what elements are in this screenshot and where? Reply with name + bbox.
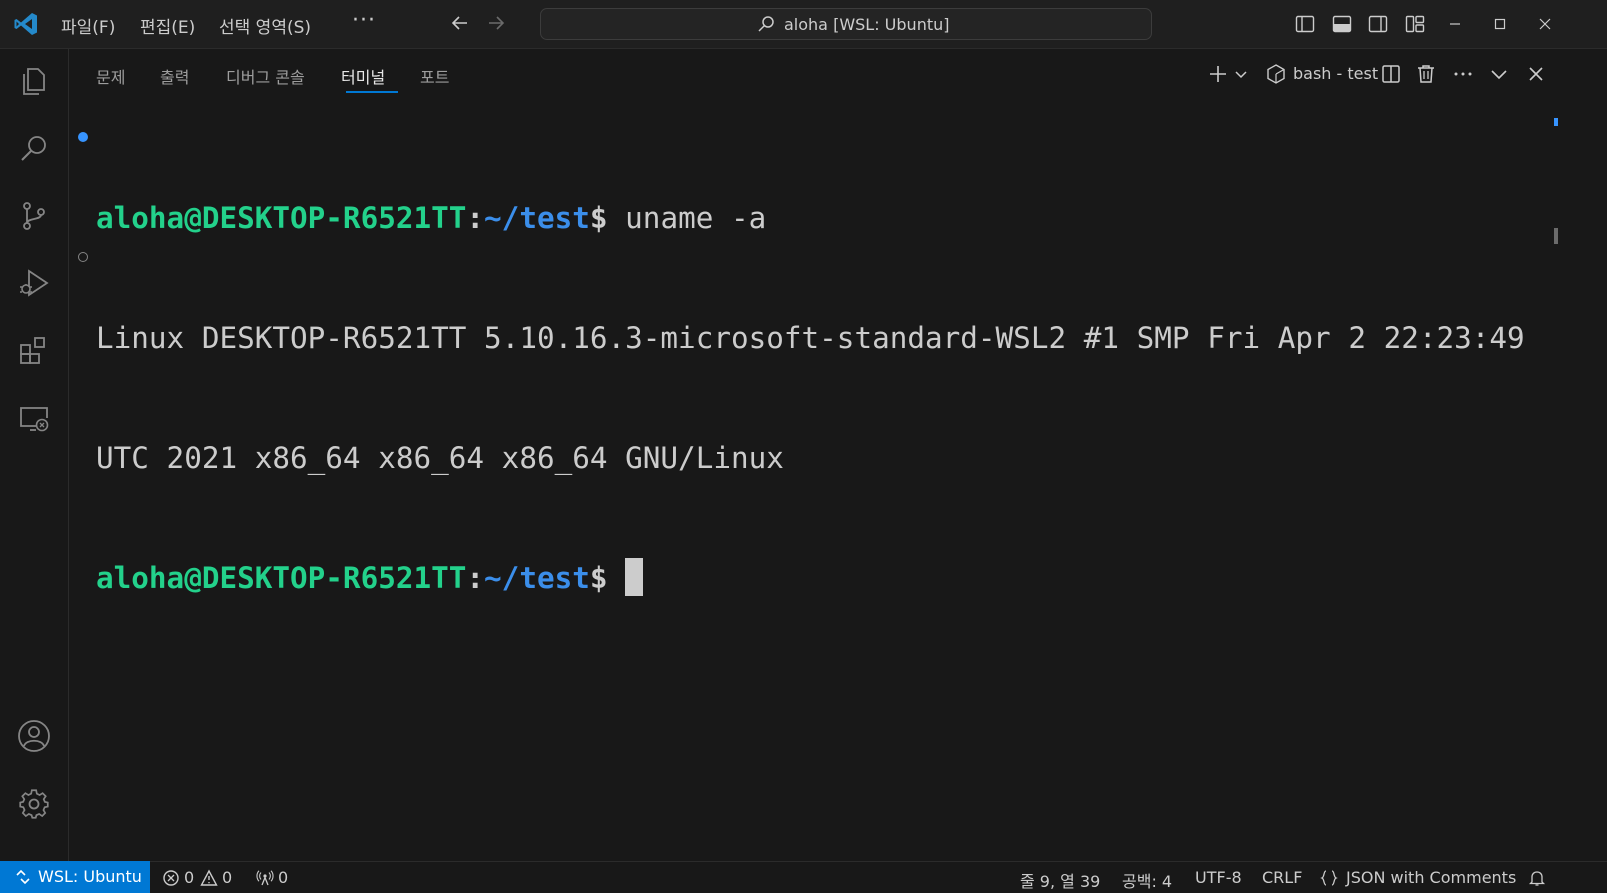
close-panel-icon[interactable] bbox=[1525, 63, 1547, 85]
search-icon bbox=[758, 16, 774, 32]
menu-edit[interactable]: 편집(E) bbox=[140, 13, 195, 38]
encoding[interactable]: UTF-8 bbox=[1195, 868, 1242, 887]
more-actions-icon[interactable] bbox=[1452, 63, 1474, 85]
forwarded-ports-icon[interactable] bbox=[256, 869, 274, 887]
forward-arrow-icon[interactable] bbox=[485, 12, 507, 34]
maximize-icon[interactable] bbox=[1490, 14, 1510, 34]
toggle-primary-sidebar-icon[interactable] bbox=[1294, 13, 1316, 35]
remote-icon bbox=[16, 869, 30, 885]
remote-label: WSL: Ubuntu bbox=[38, 867, 142, 886]
remote-indicator[interactable]: WSL: Ubuntu bbox=[0, 861, 150, 893]
error-icon[interactable] bbox=[162, 869, 180, 887]
customize-layout-icon[interactable] bbox=[1404, 13, 1426, 35]
tab-problems[interactable]: 문제 bbox=[96, 64, 125, 88]
activity-bar bbox=[0, 49, 69, 861]
active-tab-indicator bbox=[346, 91, 398, 93]
menu-selection[interactable]: 선택 영역(S) bbox=[219, 13, 311, 38]
prompt-colon: : bbox=[466, 561, 485, 595]
error-count[interactable]: 0 bbox=[184, 868, 194, 887]
command-center-title: aloha [WSL: Ubuntu] bbox=[784, 15, 950, 34]
source-control-icon[interactable] bbox=[16, 198, 52, 234]
terminal-line: aloha@DESKTOP-R6521TT:~/test$ bbox=[96, 558, 1525, 598]
ports-count[interactable]: 0 bbox=[278, 868, 288, 887]
close-window-icon[interactable] bbox=[1535, 14, 1555, 34]
chevron-down-icon[interactable] bbox=[1233, 63, 1249, 85]
terminal-profile-icon bbox=[1267, 64, 1285, 84]
tab-output[interactable]: 출력 bbox=[160, 64, 189, 88]
account-icon[interactable] bbox=[16, 718, 52, 754]
status-bar: WSL: Ubuntu 0 0 0 줄 9, 열 39 공백: 4 UTF-8 … bbox=[0, 861, 1607, 893]
command-center[interactable]: aloha [WSL: Ubuntu] bbox=[540, 8, 1152, 40]
command-text: uname -a bbox=[607, 201, 767, 235]
menu-file[interactable]: 파일(F) bbox=[61, 13, 115, 38]
new-terminal-plus-icon[interactable] bbox=[1207, 63, 1229, 85]
prompt-dollar: $ bbox=[589, 201, 608, 235]
command-pending-decoration[interactable] bbox=[78, 252, 88, 262]
remote-explorer-icon[interactable] bbox=[16, 401, 52, 437]
trash-icon[interactable] bbox=[1415, 63, 1437, 85]
toggle-panel-icon[interactable] bbox=[1331, 13, 1353, 35]
extensions-icon[interactable] bbox=[16, 333, 52, 369]
prompt-path: ~/test bbox=[484, 201, 590, 235]
bell-icon[interactable] bbox=[1528, 869, 1546, 887]
cursor-position[interactable]: 줄 9, 열 39 bbox=[1020, 868, 1100, 892]
tab-terminal[interactable]: 터미널 bbox=[341, 64, 385, 88]
explorer-icon[interactable] bbox=[16, 63, 52, 99]
run-debug-icon[interactable] bbox=[16, 265, 52, 301]
tab-ports[interactable]: 포트 bbox=[420, 64, 449, 88]
command-success-decoration[interactable] bbox=[78, 132, 88, 142]
maximize-panel-chevron-icon[interactable] bbox=[1488, 63, 1510, 85]
prompt-path: ~/test bbox=[484, 561, 590, 595]
terminal-line: UTC 2021 x86_64 x86_64 x86_64 GNU/Linux bbox=[96, 441, 784, 475]
indentation[interactable]: 공백: 4 bbox=[1122, 868, 1172, 892]
terminal-line: aloha@DESKTOP-R6521TT:~/test$ uname -a bbox=[96, 198, 1525, 238]
minimize-icon[interactable] bbox=[1445, 14, 1465, 34]
prompt-user: aloha@DESKTOP-R6521TT bbox=[96, 201, 467, 235]
warning-icon[interactable] bbox=[200, 869, 218, 887]
prompt-user: aloha@DESKTOP-R6521TT bbox=[96, 561, 467, 595]
prompt-dollar: $ bbox=[589, 561, 608, 595]
terminal-name[interactable]: bash - test bbox=[1293, 64, 1378, 83]
terminal-line: Linux DESKTOP-R6521TT 5.10.16.3-microsof… bbox=[96, 321, 1525, 355]
language-mode[interactable]: JSON with Comments bbox=[1346, 868, 1516, 887]
scrollbar-marker bbox=[1554, 118, 1558, 126]
tab-debug-console[interactable]: 디버그 콘솔 bbox=[226, 64, 305, 88]
toggle-secondary-sidebar-icon[interactable] bbox=[1367, 13, 1389, 35]
back-arrow-icon[interactable] bbox=[449, 12, 471, 34]
end-of-line[interactable]: CRLF bbox=[1262, 868, 1302, 887]
scrollbar-thumb[interactable] bbox=[1554, 228, 1558, 244]
prompt-colon: : bbox=[466, 201, 485, 235]
title-bar: 파일(F) 편집(E) 선택 영역(S) ··· aloha [WSL: Ubu… bbox=[0, 0, 1607, 49]
search-icon[interactable] bbox=[16, 131, 52, 167]
terminal-output[interactable]: aloha@DESKTOP-R6521TT:~/test$ uname -a L… bbox=[96, 118, 1525, 638]
menu-more-button[interactable]: ··· bbox=[352, 8, 376, 33]
vscode-logo-icon bbox=[14, 13, 37, 35]
warning-count[interactable]: 0 bbox=[222, 868, 232, 887]
manage-gear-icon[interactable] bbox=[16, 786, 52, 822]
split-terminal-icon[interactable] bbox=[1380, 63, 1402, 85]
braces-icon[interactable] bbox=[1320, 869, 1338, 887]
terminal-cursor bbox=[625, 558, 644, 596]
